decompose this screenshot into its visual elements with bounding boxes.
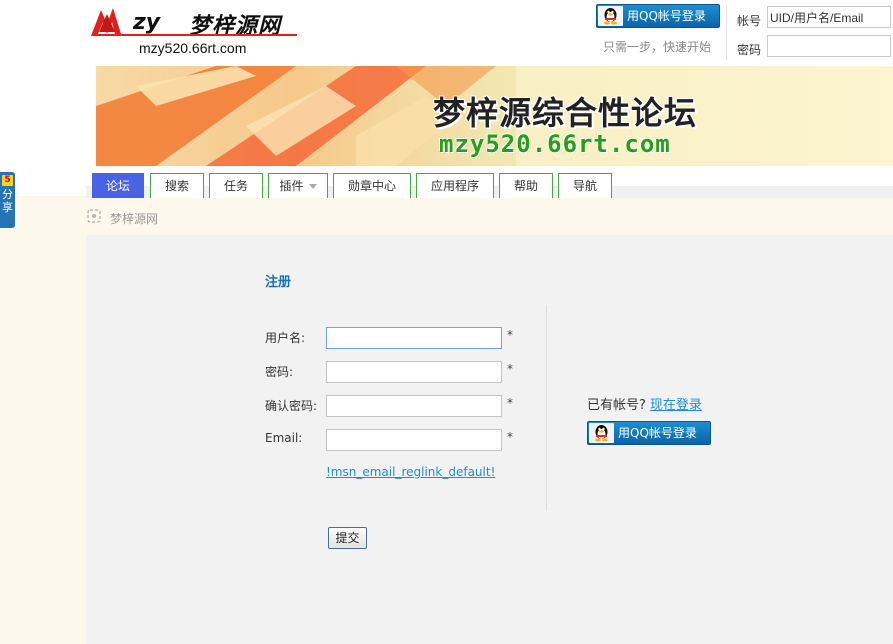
column-divider [546,305,547,511]
logo-m-icon [91,8,121,36]
account-label: 帐号 [737,14,762,28]
submit-button[interactable]: 提交 [328,527,367,549]
msn-register-link[interactable]: !msn_email_reglink_default! [326,465,495,479]
username-required-mark: * [507,328,513,342]
share-tab[interactable]: 5 分享 [0,172,15,228]
have-account-text: 已有帐号? 现在登录 [587,394,702,413]
nav-item-forum[interactable]: 论坛 [92,173,144,198]
confirm-password-input[interactable] [326,395,502,417]
confirm-password-label: 确认密码: [265,399,318,413]
username-label: 用户名: [265,331,306,345]
have-account-label: 已有帐号? [587,398,646,413]
forum-banner: 梦梓源综合性论坛 mzy520.66rt.com [96,66,893,166]
email-label: Email: [265,431,303,445]
nav-item-apps[interactable]: 应用程序 [416,173,494,198]
share-label: 分享 [2,188,13,214]
share-badge-icon: 5 [2,175,13,186]
breadcrumb [86,198,893,235]
qq-penguin-icon [589,423,614,443]
qq-penguin-icon [598,6,623,26]
email-input[interactable] [326,429,502,451]
qq-login-label-side: 用QQ帐号登录 [618,426,697,440]
header-divider [726,6,727,60]
nav-item-help[interactable]: 帮助 [499,173,553,198]
nav-item-navigation[interactable]: 导航 [558,173,612,198]
password-field-label: 密码: [265,365,294,379]
site-logo[interactable]: zy 梦梓源网 [91,4,301,40]
register-password-input[interactable] [326,361,502,383]
logo-url: mzy520.66rt.com [139,40,247,56]
nav-item-medals[interactable]: 勋章中心 [333,173,411,198]
confirm-password-required-mark: * [507,396,513,410]
password-label: 密码 [737,43,762,57]
username-input[interactable] [326,327,502,349]
chevron-down-icon [308,184,317,189]
banner-title: 梦梓源综合性论坛 [433,94,698,132]
logo-underline [97,34,297,36]
nav-item-search[interactable]: 搜索 [150,173,204,198]
password-input[interactable] [767,35,891,57]
banner-url: mzy520.66rt.com [439,130,671,158]
account-input[interactable] [767,6,891,28]
qq-login-button-side[interactable]: 用QQ帐号登录 [587,421,711,445]
page-title: 注册 [265,275,292,290]
password-required-mark: * [507,362,513,376]
email-required-mark: * [507,430,513,444]
left-side-strip [0,196,86,644]
logo-mark: zy [133,10,161,35]
nav-item-plugins[interactable]: 插件 [268,173,328,198]
qq-login-button[interactable]: 用QQ帐号登录 [596,4,720,28]
home-icon[interactable] [87,209,101,223]
login-now-link[interactable]: 现在登录 [650,398,702,413]
qq-login-label: 用QQ帐号登录 [627,9,706,23]
breadcrumb-item-home[interactable]: 梦梓源网 [110,210,158,227]
nav-item-tasks[interactable]: 任务 [209,173,263,198]
qq-tip-text: 只需一步，快速开始 [603,40,712,54]
